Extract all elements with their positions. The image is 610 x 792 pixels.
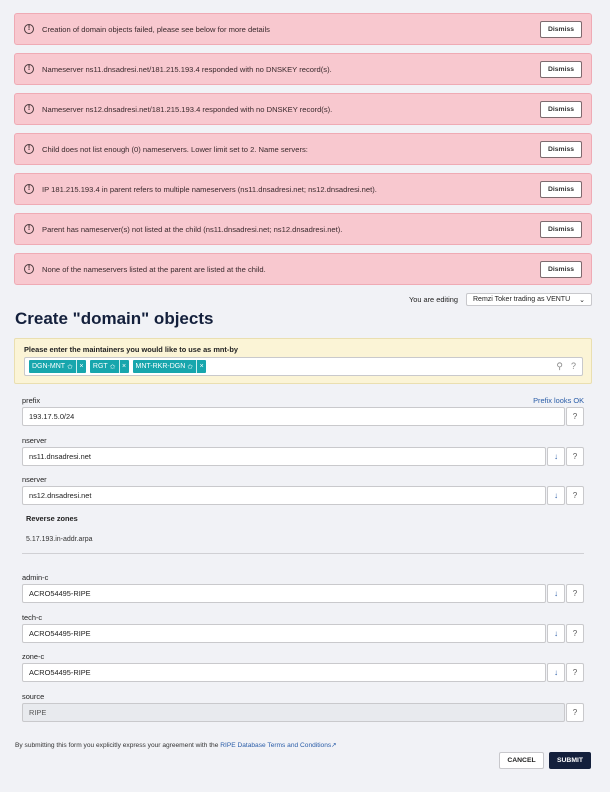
organisation-select[interactable]: Remzi Toker trading as VENTU ⌄ [466, 293, 592, 306]
alert-item: ! Nameserver ns12.dnsadresi.net/181.215.1… [14, 93, 592, 125]
zone-c-field: zone-c ACRO54495-RIPE ↓? [22, 652, 584, 682]
alert-icon: ! [24, 104, 34, 114]
maintainer-tag[interactable]: MNT-RKR-DGN ✩ × [132, 360, 207, 373]
nserver-input[interactable]: ns11.dnsadresi.net [22, 447, 546, 466]
source-input: RIPE [22, 703, 565, 722]
submit-button[interactable]: SUBMIT [549, 752, 591, 769]
alert-icon: ! [24, 64, 34, 74]
alert-message: None of the nameservers listed at the pa… [42, 264, 266, 274]
search-icon[interactable]: ⚲ [556, 361, 563, 372]
help-icon[interactable]: ? [566, 486, 584, 505]
terms-notice: By submitting this form you explicitly e… [15, 741, 337, 749]
prefix-status: Prefix looks OK [533, 396, 584, 405]
arrow-down-icon[interactable]: ↓ [547, 624, 565, 643]
field-label: prefix [22, 396, 41, 405]
help-icon[interactable]: ? [571, 361, 576, 372]
field-label: admin-c [22, 573, 49, 582]
external-link-icon[interactable]: ↗ [331, 742, 337, 749]
maintainers-input[interactable]: DGN-MNT ✩ × RGT ✩ × MNT-RKR-DGN ✩ × ⚲? [24, 357, 583, 376]
alert-icon: ! [24, 24, 34, 34]
arrow-down-icon[interactable]: ↓ [547, 663, 565, 682]
star-icon[interactable]: ✩ [67, 363, 73, 371]
maintainer-tag-label: DGN-MNT [32, 363, 66, 370]
maintainers-header: Please enter the maintainers you would l… [24, 345, 238, 354]
source-field: source RIPE? [22, 692, 584, 722]
help-icon[interactable]: ? [566, 407, 584, 426]
alert-item: ! Creation of domain objects failed, plea… [14, 13, 592, 45]
terms-text: By submitting this form you explicitly e… [15, 742, 221, 749]
admin-c-input[interactable]: ACRO54495-RIPE [22, 584, 546, 603]
page-title: Create "domain" objects [15, 309, 214, 328]
alert-item: ! Child does not list enough (0) nameserv… [14, 133, 592, 165]
alert-item: ! Parent has nameserver(s) not listed at … [14, 213, 592, 245]
alert-message: Parent has nameserver(s) not listed at t… [42, 224, 343, 234]
alert-icon: ! [24, 144, 34, 154]
cancel-button[interactable]: CANCEL [499, 752, 544, 769]
help-icon[interactable]: ? [566, 624, 584, 643]
zone-c-input[interactable]: ACRO54495-RIPE [22, 663, 546, 682]
dismiss-button[interactable]: Dismiss [540, 140, 582, 158]
remove-tag-icon[interactable]: × [196, 360, 206, 373]
help-icon[interactable]: ? [566, 703, 584, 722]
help-icon[interactable]: ? [566, 447, 584, 466]
chevron-down-icon: ⌄ [579, 296, 585, 304]
alert-icon: ! [24, 224, 34, 234]
remove-tag-icon[interactable]: × [75, 360, 86, 373]
dismiss-button[interactable]: Dismiss [540, 60, 582, 78]
maintainer-tag-label: MNT-RKR-DGN [135, 363, 186, 370]
divider [22, 553, 584, 554]
tech-c-field: tech-c ACRO54495-RIPE ↓? [22, 613, 584, 643]
field-label: nserver [22, 436, 47, 445]
maintainer-tag-label: RGT [92, 363, 108, 370]
tech-c-input[interactable]: ACRO54495-RIPE [22, 624, 546, 643]
star-icon[interactable]: ✩ [187, 363, 193, 371]
terms-link[interactable]: RIPE Database Terms and Conditions [220, 742, 331, 749]
field-label: zone-c [22, 652, 45, 661]
alert-message: IP 181.215.193.4 in parent refers to mul… [42, 184, 377, 194]
alert-message: Creation of domain objects failed, pleas… [42, 24, 270, 34]
dismiss-button[interactable]: Dismiss [540, 20, 582, 38]
field-label: nserver [22, 475, 47, 484]
reverse-zones: Reverse zones 5.17.193.in-addr.arpa [22, 514, 584, 554]
alert-list: ! Creation of domain objects failed, plea… [14, 13, 592, 293]
form-actions: CANCEL SUBMIT [499, 752, 591, 769]
alert-item: ! IP 181.215.193.4 in parent refers to mu… [14, 173, 592, 205]
maintainer-tag[interactable]: DGN-MNT ✩ × [29, 360, 86, 373]
dismiss-button[interactable]: Dismiss [540, 220, 582, 238]
star-icon[interactable]: ✩ [110, 363, 116, 371]
arrow-down-icon[interactable]: ↓ [547, 447, 565, 466]
organisation-select-value: Remzi Toker trading as VENTU [473, 296, 571, 303]
prefix-field: prefix Prefix looks OK 193.17.5.0/24? [22, 396, 584, 426]
arrow-down-icon[interactable]: ↓ [547, 584, 565, 603]
nserver-input[interactable]: ns12.dnsadresi.net [22, 486, 546, 505]
nserver-field: nserver ns12.dnsadresi.net ↓? [22, 475, 584, 505]
reverse-zone-value: 5.17.193.in-addr.arpa [26, 536, 93, 543]
editing-label: You are editing [408, 295, 458, 304]
help-icon[interactable]: ? [566, 663, 584, 682]
remove-tag-icon[interactable]: × [118, 360, 129, 373]
field-label: source [22, 692, 45, 701]
alert-item: ! None of the nameservers listed at the p… [14, 253, 592, 285]
alert-message: Nameserver ns11.dnsadresi.net/181.215.19… [42, 64, 332, 74]
nserver-field: nserver ns11.dnsadresi.net ↓? [22, 436, 584, 466]
alert-item: ! Nameserver ns11.dnsadresi.net/181.215.1… [14, 53, 592, 85]
dismiss-button[interactable]: Dismiss [540, 180, 582, 198]
alert-message: Nameserver ns12.dnsadresi.net/181.215.19… [42, 104, 333, 114]
alert-icon: ! [24, 184, 34, 194]
alert-icon: ! [24, 264, 34, 274]
admin-c-field: admin-c ACRO54495-RIPE ↓? [22, 573, 584, 603]
arrow-down-icon[interactable]: ↓ [547, 486, 565, 505]
maintainers-panel: Please enter the maintainers you would l… [14, 338, 592, 384]
dismiss-button[interactable]: Dismiss [540, 260, 582, 278]
maintainer-tag[interactable]: RGT ✩ × [89, 360, 129, 373]
editing-selector: You are editing Remzi Toker trading as V… [409, 293, 592, 306]
field-label: tech-c [22, 613, 43, 622]
alert-message: Child does not list enough (0) nameserve… [42, 144, 308, 154]
dismiss-button[interactable]: Dismiss [540, 100, 582, 118]
prefix-input[interactable]: 193.17.5.0/24 [22, 407, 565, 426]
reverse-zones-heading: Reverse zones [26, 514, 78, 523]
help-icon[interactable]: ? [566, 584, 584, 603]
